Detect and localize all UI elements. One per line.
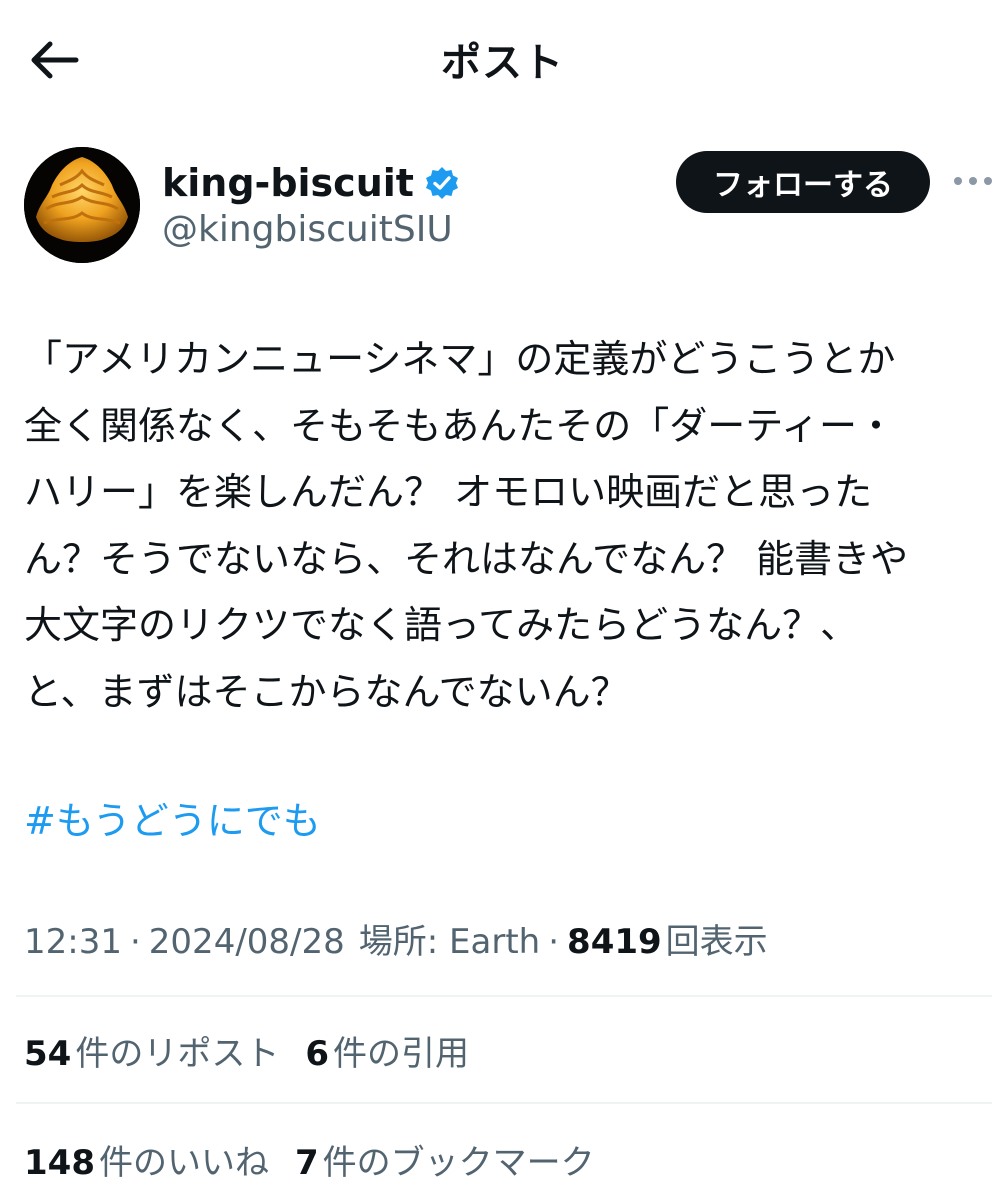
page-title: ポスト bbox=[441, 40, 564, 86]
post-meta: 12:31 · 2024/08/28 場所: Earth · 8419 回表示 bbox=[24, 914, 768, 963]
reposts-stat[interactable]: 54 件のリポスト bbox=[24, 1026, 279, 1075]
views-count: 8419 bbox=[567, 922, 662, 962]
quotes-stat[interactable]: 6 件の引用 bbox=[305, 1026, 469, 1075]
top-bar: ポスト bbox=[0, 0, 1005, 115]
bookmarks-label: 件のブックマーク bbox=[322, 1143, 595, 1183]
more-button[interactable] bbox=[949, 163, 997, 199]
meta-separator: · bbox=[548, 922, 560, 962]
verified-badge-icon bbox=[425, 167, 458, 199]
more-horizontal-icon bbox=[954, 177, 992, 185]
likes-count: 148 bbox=[24, 1143, 95, 1183]
views-label: 回表示 bbox=[665, 922, 768, 962]
post-location: 場所: Earth bbox=[358, 922, 541, 962]
stats-row-reposts: 54 件のリポスト 6 件の引用 bbox=[24, 1026, 495, 1075]
post-time[interactable]: 12:31 bbox=[24, 922, 122, 962]
handle[interactable]: @kingbiscuitSIU bbox=[162, 209, 453, 250]
hashtag-link[interactable]: #もうどうにでも bbox=[24, 790, 321, 845]
biscuit-avatar-image bbox=[24, 147, 140, 263]
divider bbox=[16, 995, 992, 997]
bookmarks-count: 7 bbox=[294, 1143, 319, 1183]
likes-stat[interactable]: 148 件のいいね bbox=[24, 1135, 269, 1184]
follow-button[interactable]: フォローする bbox=[676, 151, 930, 213]
post-date[interactable]: 2024/08/28 bbox=[149, 922, 345, 962]
author-row: king-biscuit @kingbiscuitSIU フォローする bbox=[24, 147, 992, 267]
divider bbox=[16, 1102, 992, 1104]
post-text: 「アメリカンニューシネマ」の定義がどうこうとか 全く関係なく、そもそもあんたその… bbox=[24, 337, 909, 714]
meta-separator: · bbox=[129, 922, 141, 962]
quotes-count: 6 bbox=[305, 1034, 329, 1074]
quotes-label: 件の引用 bbox=[333, 1034, 469, 1074]
stats-row-likes: 148 件のいいね 7 件のブックマーク bbox=[24, 1135, 621, 1184]
bookmarks-stat[interactable]: 7 件のブックマーク bbox=[295, 1135, 595, 1184]
likes-label: 件のいいね bbox=[98, 1143, 269, 1183]
avatar[interactable] bbox=[24, 147, 140, 263]
reposts-label: 件のリポスト bbox=[75, 1034, 280, 1074]
display-name[interactable]: king-biscuit bbox=[162, 161, 414, 205]
display-name-row[interactable]: king-biscuit bbox=[162, 159, 460, 207]
reposts-count: 54 bbox=[24, 1034, 72, 1074]
